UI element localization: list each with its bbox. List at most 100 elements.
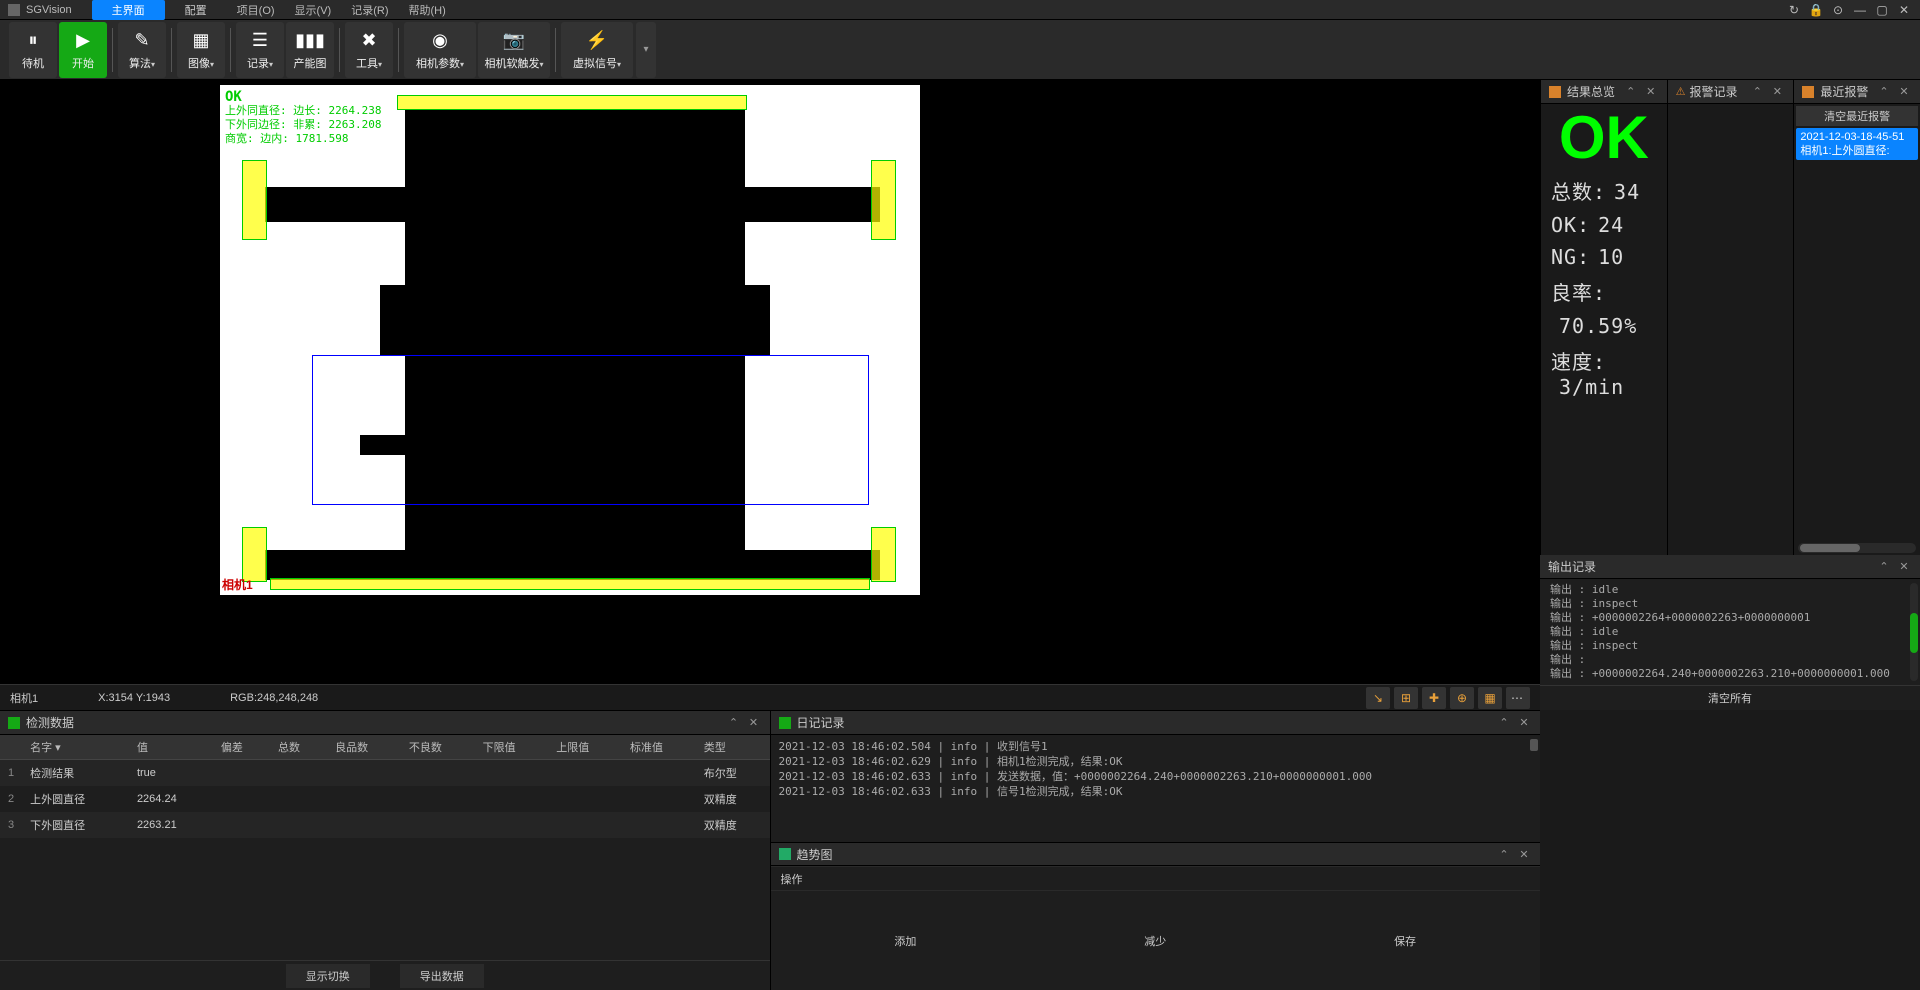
pause-icon: ⏸ — [21, 29, 45, 53]
menu-help[interactable]: 帮助(H) — [399, 0, 456, 20]
summary-big-status: OK — [1551, 108, 1657, 168]
summary-row: 速度:3/min — [1551, 342, 1657, 403]
close-panel-icon[interactable]: ✕ — [1643, 84, 1659, 100]
menu-display[interactable]: 显示(V) — [285, 0, 342, 20]
export-data-button[interactable]: 导出数据 — [400, 964, 484, 988]
standby-button[interactable]: ⏸ 待机 — [9, 22, 57, 78]
log-line: 2021-12-03 18:46:02.633 | info | 信号1检测完成… — [779, 784, 1533, 799]
collapse-icon[interactable]: ⌃ — [1749, 84, 1765, 100]
virtual-signal-button[interactable]: ⚡ 虚拟信号▾ — [561, 22, 633, 78]
close-panel-icon[interactable]: ✕ — [1896, 559, 1912, 575]
collapse-icon[interactable]: ⌃ — [1623, 84, 1639, 100]
image-area[interactable]: OK 上外同直径: 边长: 2264.238 下外同边径: 非累: 2263.2… — [0, 80, 1540, 684]
tab-config[interactable]: 配置 — [165, 0, 227, 20]
app-title: SGVision — [26, 4, 72, 16]
scrollbar-thumb[interactable] — [1800, 544, 1860, 552]
status-bar: 相机1 X:3154 Y:1943 RGB:248,248,248 ↘ ⊞ ✚ … — [0, 684, 1540, 710]
close-panel-icon[interactable]: ✕ — [1769, 84, 1785, 100]
close-panel-icon[interactable]: ✕ — [746, 715, 762, 731]
output-panel: 输出记录 ⌃ ✕ 输出 : idle输出 : inspect输出 : +0000… — [1540, 555, 1920, 710]
log-button[interactable]: ☰ 记录▾ — [236, 22, 284, 78]
log-body[interactable]: 2021-12-03 18:46:02.504 | info | 收到信号120… — [771, 735, 1541, 842]
toolbar: ⏸ 待机 ▶ 开始 ✎ 算法▾ ▦ 图像▾ ☰ 记录▾ ▮▮▮ 产能图 ✖ 工具… — [0, 20, 1920, 80]
toolbar-more-dropdown[interactable]: ▾ — [636, 22, 656, 78]
cam-params-button[interactable]: ◉ 相机参数▾ — [404, 22, 476, 78]
status-camera: 相机1 — [10, 690, 38, 706]
trend-title: 趋势图 — [797, 846, 1493, 863]
start-button[interactable]: ▶ 开始 — [59, 22, 107, 78]
clear-recent-button[interactable]: 清空最近报警 — [1796, 106, 1918, 126]
image-button[interactable]: ▦ 图像▾ — [177, 22, 225, 78]
camera-trigger-icon: 📷 — [502, 29, 526, 53]
overlay-tool-2[interactable]: ⊞ — [1394, 687, 1418, 709]
edit-icon: ✎ — [130, 29, 154, 53]
refresh-icon[interactable]: ↻ — [1786, 2, 1802, 18]
close-panel-icon[interactable]: ✕ — [1516, 715, 1532, 731]
scrollbar-thumb[interactable] — [1530, 739, 1538, 751]
log-title: 日记记录 — [797, 714, 1493, 731]
overlay-tool-more[interactable]: ⋯ — [1506, 687, 1530, 709]
output-line: 输出 : inspect — [1550, 597, 1910, 611]
soft-trigger-button[interactable]: 📷 相机软触发▾ — [478, 22, 550, 78]
camera-icon: ◉ — [428, 29, 452, 53]
perf-button[interactable]: ▮▮▮ 产能图 — [286, 22, 334, 78]
output-body[interactable]: 输出 : idle输出 : inspect输出 : +0000002264+00… — [1540, 579, 1920, 685]
trend-icon — [779, 848, 791, 860]
collapse-icon[interactable]: ⌃ — [726, 715, 742, 731]
detect-panel: 检测数据 ⌃ ✕ 名字 ▾ 值 偏差 总数 良品数 — [0, 711, 770, 990]
image-icon: ▦ — [189, 29, 213, 53]
overlay-tool-5[interactable]: ▦ — [1478, 687, 1502, 709]
summary-icon — [1549, 86, 1561, 98]
clear-all-button[interactable]: 清空所有 — [1540, 685, 1920, 710]
scrollbar-vertical[interactable] — [1910, 583, 1918, 681]
collapse-icon[interactable]: ⌃ — [1876, 559, 1892, 575]
log-line: 2021-12-03 18:46:02.504 | info | 收到信号1 — [779, 739, 1533, 754]
toggle-display-button[interactable]: 显示切换 — [286, 964, 370, 988]
canvas-measure-2: 下外同边径: 非累: 2263.208 — [225, 118, 381, 132]
pin-icon[interactable]: ⊙ — [1830, 2, 1846, 18]
table-row[interactable]: 2上外圆直径2264.24双精度 — [0, 786, 770, 812]
scrollbar-horizontal[interactable] — [1798, 543, 1916, 553]
status-coords: X:3154 Y:1943 — [98, 692, 170, 704]
minimize-icon[interactable]: — — [1852, 2, 1868, 18]
log-icon — [779, 717, 791, 729]
wrench-icon: ✖ — [357, 29, 381, 53]
collapse-icon[interactable]: ⌃ — [1496, 715, 1512, 731]
tab-main[interactable]: 主界面 — [92, 0, 165, 20]
document-icon: ☰ — [248, 29, 272, 53]
trend-reduce-button[interactable]: 减少 — [1124, 930, 1186, 952]
scrollbar-thumb[interactable] — [1910, 613, 1918, 653]
lock-icon[interactable]: 🔒 — [1808, 2, 1824, 18]
overlay-tool-3[interactable]: ✚ — [1422, 687, 1446, 709]
algo-button[interactable]: ✎ 算法▾ — [118, 22, 166, 78]
summary-row: 良率: — [1551, 273, 1657, 310]
log-panel: 日记记录 ⌃ ✕ 2021-12-03 18:46:02.504 | info … — [770, 711, 1541, 990]
log-line: 2021-12-03 18:46:02.633 | info | 发送数据，值：… — [779, 769, 1533, 784]
close-panel-icon[interactable]: ✕ — [1516, 846, 1532, 862]
menu-project[interactable]: 项目(O) — [227, 0, 285, 20]
trend-add-button[interactable]: 添加 — [874, 930, 936, 952]
summary-row: 70.59% — [1551, 310, 1657, 342]
table-row[interactable]: 3下外圆直径2263.21双精度 — [0, 812, 770, 838]
play-icon: ▶ — [71, 29, 95, 53]
canvas-measure-3: 商宽: 边内: 1781.598 — [225, 132, 381, 146]
menu-record[interactable]: 记录(R) — [341, 0, 398, 20]
close-icon[interactable]: ✕ — [1896, 2, 1912, 18]
roi-box — [312, 355, 869, 505]
output-line: 输出 : +0000002264+0000002263+0000000001 — [1550, 611, 1910, 625]
vision-canvas: OK 上外同直径: 边长: 2264.238 下外同边径: 非累: 2263.2… — [220, 85, 920, 595]
trend-save-button[interactable]: 保存 — [1374, 930, 1436, 952]
log-line: 2021-12-03 18:46:02.629 | info | 相机1检测完成… — [779, 754, 1533, 769]
maximize-icon[interactable]: ▢ — [1874, 2, 1890, 18]
tool-button[interactable]: ✖ 工具▾ — [345, 22, 393, 78]
collapse-icon[interactable]: ⌃ — [1496, 846, 1512, 862]
barchart-icon: ▮▮▮ — [298, 29, 322, 53]
close-panel-icon[interactable]: ✕ — [1896, 84, 1912, 100]
collapse-icon[interactable]: ⌃ — [1876, 84, 1892, 100]
table-row[interactable]: 1检测结果true布尔型 — [0, 760, 770, 787]
overlay-tool-4[interactable]: ⊕ — [1450, 687, 1474, 709]
overlay-tool-1[interactable]: ↘ — [1366, 687, 1390, 709]
status-rgb: RGB:248,248,248 — [230, 692, 318, 704]
alarm-list-item[interactable]: 2021-12-03-18-45-51 相机1:上外圆直径: — [1796, 128, 1918, 160]
warning-icon: ⚠ — [1676, 85, 1686, 98]
